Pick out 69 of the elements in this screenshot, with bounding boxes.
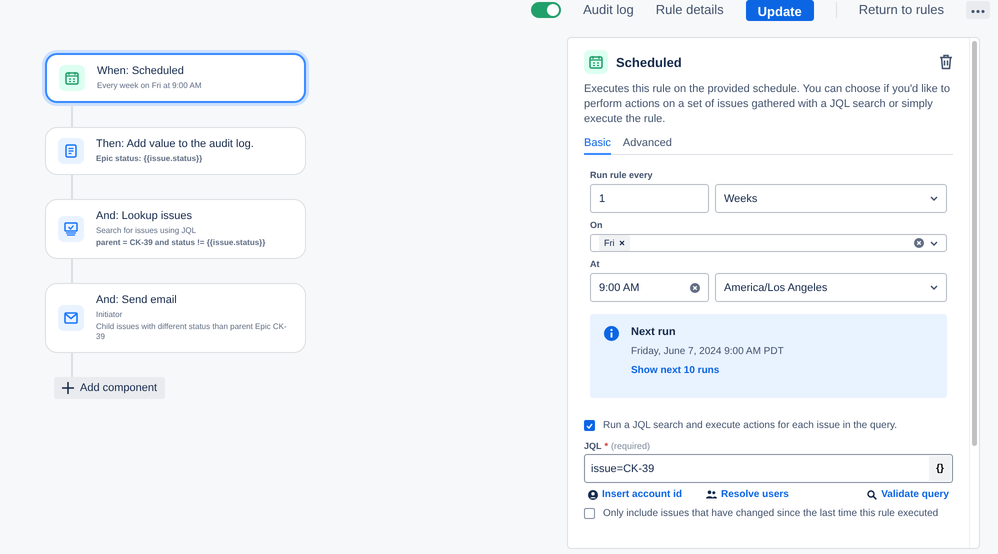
required-hint: (required) — [611, 441, 650, 451]
component-detail: Child issues with different status than parent Epic CK-39 — [96, 322, 288, 342]
day-select[interactable]: Fri — [590, 234, 947, 252]
component-detail: parent = CK-39 and status != {{issue.status}} — [96, 238, 266, 248]
next-run-date: Friday, June 7, 2024 9:00 AM PDT — [631, 346, 784, 357]
checkbox[interactable] — [584, 508, 595, 519]
next-run-title: Next run — [631, 326, 677, 338]
header-link[interactable]: Audit log — [583, 2, 634, 18]
rule-component-card[interactable]: And: Send email Initiator Child issues with different status than parent Epic CK-39 — [45, 283, 306, 353]
required-mark: * — [604, 441, 608, 451]
show-runs-link[interactable]: Show next 10 runs — [631, 365, 784, 376]
action-link[interactable]: Insert account id — [588, 489, 682, 500]
field-label: On — [590, 220, 604, 230]
search-icon — [867, 490, 878, 500]
document-icon — [65, 144, 77, 158]
action-link[interactable]: Resolve users — [706, 489, 789, 500]
panel-description: Executes this rule on the provided schedule. You can choose if you'd like to perform actions on a set of issues gathered with a JQL search or simply execute the rule. — [584, 82, 951, 127]
user-icon — [588, 490, 598, 500]
scrollbar-thumb[interactable] — [972, 41, 977, 446]
more-icon — [971, 10, 985, 13]
checkbox-label: Only include issues that have changed since the last time this rule executed — [603, 508, 938, 519]
info-icon — [604, 326, 619, 341]
panel-title: Scheduled — [616, 54, 683, 70]
unit-select[interactable]: Weeks — [715, 184, 947, 213]
component-detail: Every week on Fri at 9:00 AM — [97, 81, 202, 91]
chevron-down-icon — [930, 196, 938, 201]
monitor-check-icon — [64, 222, 78, 236]
field-label: JQL — [584, 441, 602, 451]
remove-icon[interactable] — [618, 240, 624, 246]
plus-icon — [62, 382, 74, 394]
component-title: And: Send email — [96, 294, 178, 306]
tab[interactable]: Advanced — [622, 135, 672, 155]
component-detail: Search for issues using JQL — [96, 226, 198, 236]
rule-component-card[interactable]: And: Lookup issues Search for issues using JQL parent = CK-39 and status != {{issue.status}} — [45, 199, 306, 259]
checkbox[interactable] — [584, 420, 595, 431]
jql-field[interactable]: issue=CK-39 {} — [584, 454, 953, 483]
rule-component-card[interactable]: When: Scheduled Every week on Fri at 9:00 AM — [45, 53, 306, 103]
calendar-icon — [589, 55, 603, 69]
rule-toggle[interactable] — [531, 2, 562, 18]
people-icon — [706, 490, 718, 499]
component-title: Then: Add value to the audit log. — [96, 138, 254, 150]
chevron-down-icon — [930, 285, 938, 290]
checkmark-icon — [586, 422, 593, 428]
component-title: When: Scheduled — [97, 65, 185, 77]
day-chip[interactable]: Fri — [599, 235, 630, 251]
tab[interactable]: Basic — [584, 135, 611, 155]
more-button[interactable] — [966, 1, 990, 19]
field-label: At — [590, 259, 600, 269]
calendar-icon — [65, 71, 79, 85]
rule-component-card[interactable]: Then: Add value to the audit log. Epic status: {{issue.status}} — [45, 127, 306, 175]
envelope-icon — [64, 312, 78, 324]
action-link[interactable]: Validate query — [867, 489, 949, 500]
interval-field[interactable]: 1 — [590, 184, 709, 213]
chevron-down-icon — [930, 240, 938, 246]
checkbox-label: Run a JQL search and execute actions for each issue in the query. — [603, 420, 898, 431]
return-link[interactable]: Return to rules — [858, 2, 944, 18]
component-detail: Epic status: {{issue.status}} — [96, 154, 204, 164]
time-field[interactable]: 9:00 AM — [590, 273, 709, 302]
clear-icon[interactable] — [690, 282, 700, 292]
header-link[interactable]: Rule details — [656, 2, 724, 18]
component-detail: Initiator — [96, 310, 124, 320]
trash-icon[interactable] — [939, 54, 953, 70]
field-label: Run rule every — [590, 170, 654, 180]
timezone-select[interactable]: America/Los Angeles — [715, 273, 947, 302]
add-component-button[interactable]: Add component — [54, 377, 166, 399]
component-title: And: Lookup issues — [96, 210, 194, 222]
update-button[interactable]: Update — [746, 0, 814, 20]
format-button[interactable]: {} — [929, 456, 951, 481]
clear-icon[interactable] — [914, 238, 924, 248]
